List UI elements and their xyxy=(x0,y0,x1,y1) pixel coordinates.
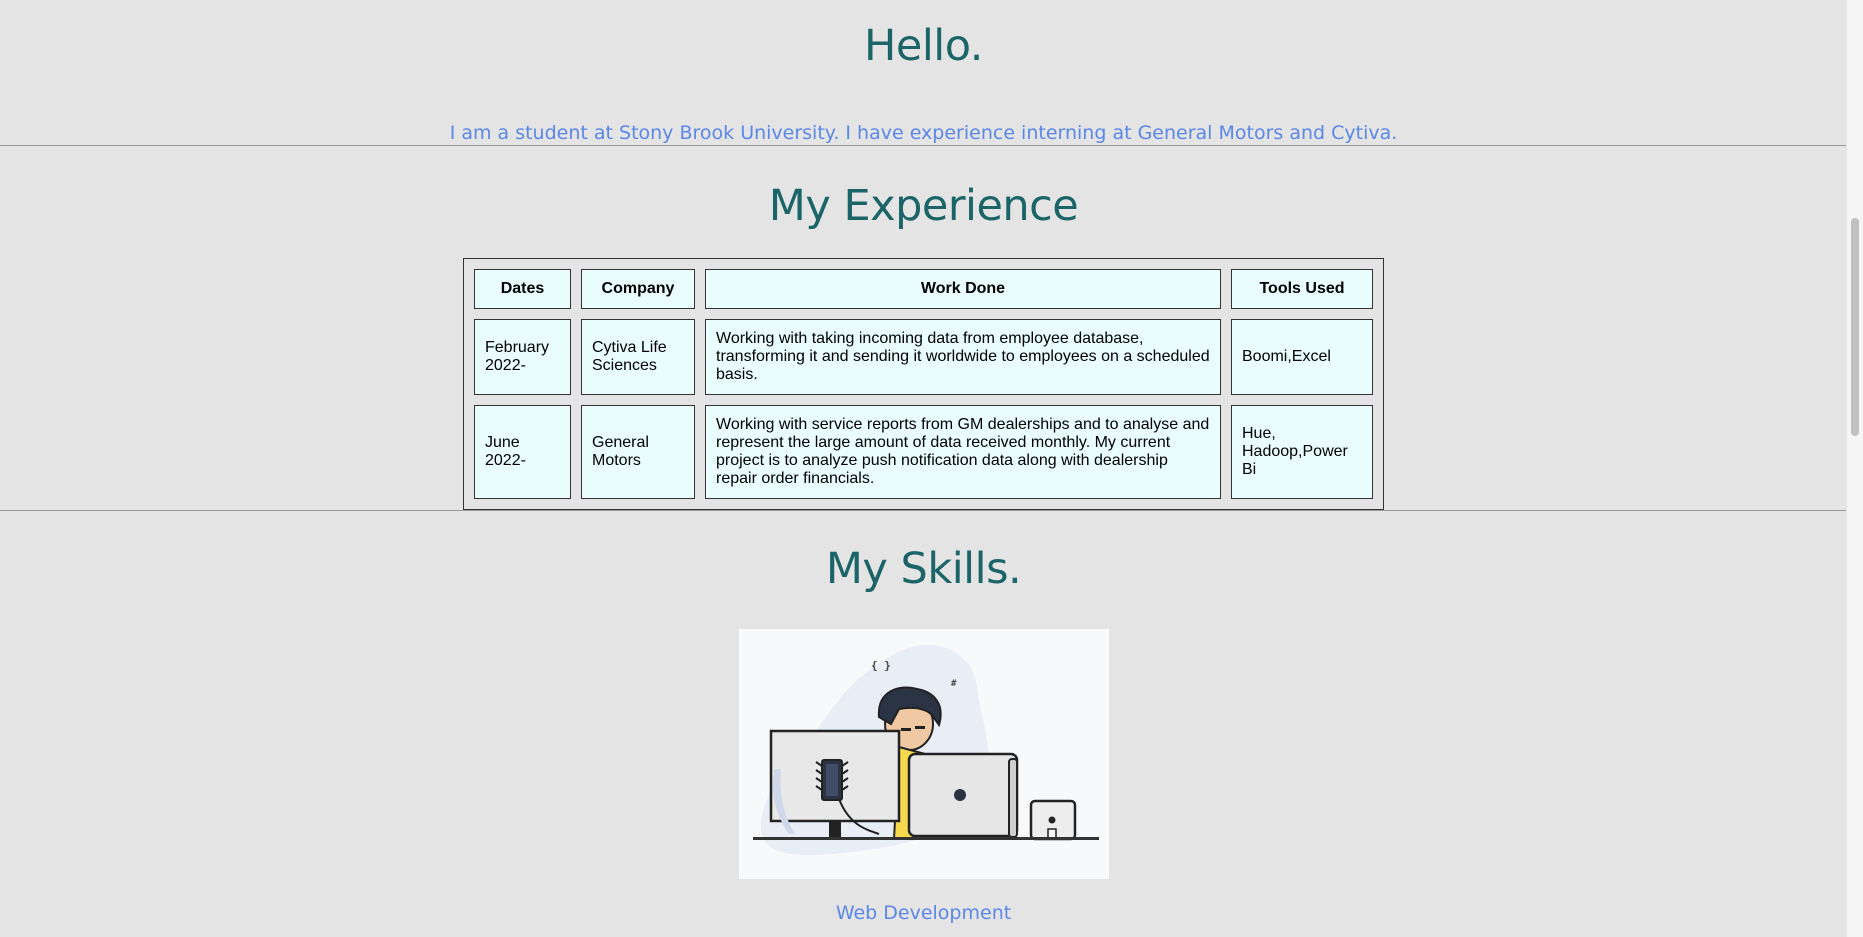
experience-table-wrapper: Dates Company Work Done Tools Used Febru… xyxy=(0,258,1847,510)
cell-company: Cytiva Life Sciences xyxy=(581,319,695,395)
cell-work-done: Working with service reports from GM dea… xyxy=(705,405,1221,499)
cell-company: General Motors xyxy=(581,405,695,499)
scrollbar-thumb[interactable] xyxy=(1851,218,1859,436)
cell-tools-used: Hue, Hadoop,Power Bi xyxy=(1231,405,1373,499)
experience-section: My Experience Dates Company Work Done To… xyxy=(0,146,1847,510)
skills-section: My Skills. { } # Web Development xyxy=(0,511,1847,925)
skills-heading: My Skills. xyxy=(825,544,1022,594)
column-header-company: Company xyxy=(581,269,695,309)
developer-illustration: { } # xyxy=(738,629,1109,879)
table-header-row: Dates Company Work Done Tools Used xyxy=(474,269,1373,309)
cell-dates: February 2022- xyxy=(474,319,571,395)
page: Hello. I am a student at Stony Brook Uni… xyxy=(0,0,1847,937)
experience-heading: My Experience xyxy=(768,181,1079,231)
hero-section: Hello. I am a student at Stony Brook Uni… xyxy=(0,0,1847,145)
column-header-work-done: Work Done xyxy=(705,269,1221,309)
cell-dates: June 2022- xyxy=(474,405,571,499)
skill-caption: Web Development xyxy=(835,902,1012,924)
hello-heading: Hello. xyxy=(864,21,983,71)
intro-text: I am a student at Stony Brook University… xyxy=(449,122,1398,144)
cell-tools-used: Boomi,Excel xyxy=(1231,319,1373,395)
column-header-dates: Dates xyxy=(474,269,571,309)
vertical-scrollbar[interactable] xyxy=(1846,0,1863,937)
cell-work-done: Working with taking incoming data from e… xyxy=(705,319,1221,395)
column-header-tools-used: Tools Used xyxy=(1231,269,1373,309)
hash-symbol: # xyxy=(951,679,957,689)
developer-at-desk-illustration: { } # xyxy=(752,644,1099,856)
table-row: February 2022- Cytiva Life Sciences Work… xyxy=(474,319,1373,395)
experience-table: Dates Company Work Done Tools Used Febru… xyxy=(463,258,1384,510)
table-row: June 2022- General Motors Working with s… xyxy=(474,405,1373,499)
braces-symbol: { } xyxy=(871,659,891,672)
